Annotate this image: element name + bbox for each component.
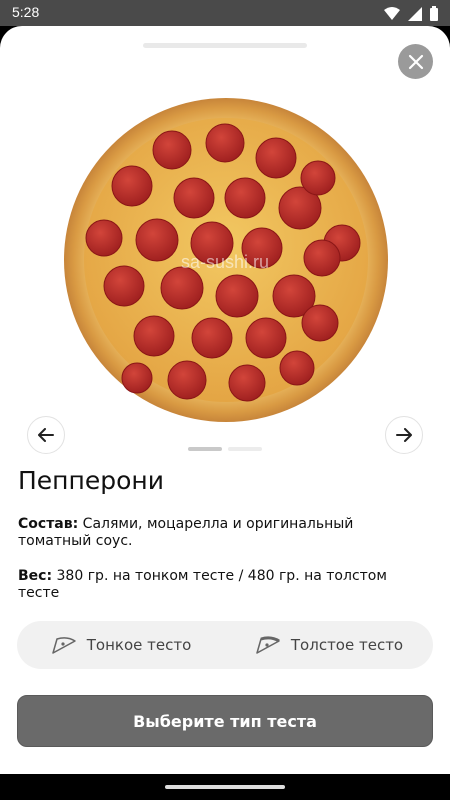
next-image-button[interactable] (385, 416, 423, 454)
drag-handle[interactable] (143, 43, 307, 48)
product-composition: Состав: Салями, моцарелла и оригинальный… (18, 516, 428, 550)
status-bar: 5:28 (0, 0, 450, 26)
product-bottom-sheet: sa-sushi.ru Пепперони Состав: Салями, мо… (0, 26, 450, 774)
pizza-slice-icon (51, 637, 76, 654)
wifi-icon (384, 7, 400, 20)
prev-image-button[interactable] (27, 416, 65, 454)
image-watermark: sa-sushi.ru (180, 252, 270, 272)
product-weight: Вес: 380 гр. на тонком тесте / 480 гр. н… (18, 568, 428, 602)
weight-text: 380 гр. на тонком тесте / 480 гр. на тол… (18, 568, 387, 601)
arrow-left-icon (38, 428, 54, 442)
system-nav-bar (0, 774, 450, 800)
pizza-slice-icon (256, 636, 280, 654)
carousel-dot[interactable] (228, 447, 262, 451)
dough-option-thin[interactable]: Тонкое тесто (17, 621, 225, 669)
choose-dough-button[interactable]: Выберите тип теста (17, 695, 433, 747)
status-time: 5:28 (12, 4, 40, 20)
dough-option-label: Толстое тесто (290, 636, 404, 654)
battery-icon (430, 6, 438, 21)
signal-icon (408, 6, 422, 21)
dough-type-selector: Тонкое тесто Толстое тесто (17, 621, 433, 669)
carousel-dot-active[interactable] (188, 447, 222, 451)
home-gesture-pill[interactable] (165, 785, 285, 789)
dough-option-thick[interactable]: Толстое тесто (225, 621, 433, 669)
carousel-indicator (188, 447, 262, 451)
product-title: Пепперони (18, 466, 165, 495)
dough-option-label: Тонкое тесто (86, 636, 192, 654)
composition-label: Состав: (18, 516, 79, 532)
status-icons (384, 6, 438, 21)
close-icon (408, 54, 423, 69)
weight-label: Вес: (18, 568, 53, 584)
close-button[interactable] (398, 44, 433, 79)
arrow-right-icon (396, 428, 412, 442)
